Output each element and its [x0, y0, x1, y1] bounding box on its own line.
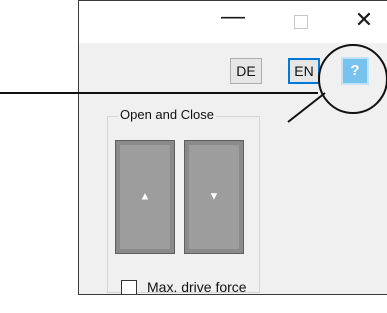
callout-annotation	[0, 44, 387, 123]
callout-circle	[318, 44, 387, 114]
callout-pointer	[287, 92, 326, 123]
screenshot-stage: — ✕ DE EN ? Open and Close ▲ ▼ Max. driv…	[0, 0, 387, 313]
